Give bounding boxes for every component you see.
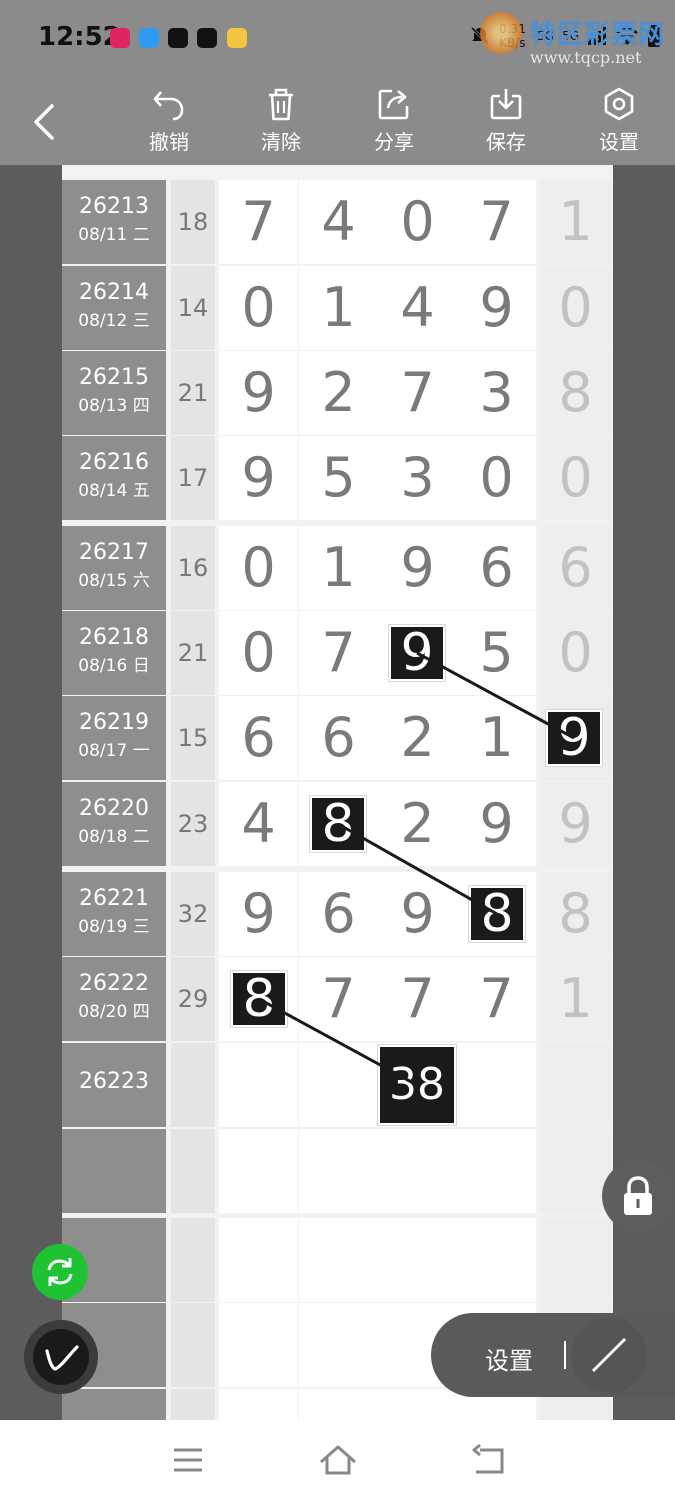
recent-apps-button[interactable] — [168, 1442, 208, 1478]
toolbar: 撤销 清除 分享 保存 设置 — [0, 80, 675, 165]
chevron-left-icon — [34, 104, 54, 140]
back-nav-button[interactable] — [468, 1442, 508, 1478]
home-button[interactable] — [318, 1442, 358, 1478]
home-icon — [320, 1445, 356, 1475]
clock: 12:52 — [38, 22, 121, 52]
line-tool-button[interactable] — [571, 1317, 647, 1393]
settings-button[interactable]: 设置 — [584, 86, 654, 162]
link-line — [337, 822, 498, 916]
draw-settings-button[interactable]: 设置 — [485, 1341, 533, 1376]
refresh-icon — [47, 1258, 73, 1286]
clear-button[interactable]: 清除 — [246, 86, 316, 162]
pill-divider — [564, 1341, 566, 1369]
back-button[interactable] — [26, 100, 66, 144]
pen-button-inner — [33, 1329, 89, 1385]
link-line — [416, 651, 575, 740]
link-line — [258, 997, 418, 1087]
back-icon — [472, 1443, 504, 1474]
save-button[interactable]: 保存 — [471, 86, 541, 162]
menu-icon — [174, 1448, 202, 1472]
watermark-url: www.tqcp.net — [530, 48, 642, 67]
undo-label: 撤销 — [149, 130, 189, 154]
status-bar: 12:52 0.31 KB/s 5G 5G 特区彩 — [0, 0, 675, 80]
share-label: 分享 — [374, 130, 414, 154]
lock-button[interactable] — [602, 1160, 674, 1232]
pen-button[interactable] — [24, 1320, 98, 1394]
download-icon — [490, 89, 522, 120]
share-icon — [378, 89, 409, 120]
link-lines — [258, 651, 575, 1087]
system-nav-bar — [0, 1420, 675, 1500]
tiktok-icon — [168, 28, 188, 48]
share-button[interactable]: 分享 — [359, 86, 429, 162]
trash-icon — [269, 88, 293, 121]
watermark-title: 特区彩票网 — [530, 20, 666, 50]
pen-icon — [45, 1345, 79, 1371]
tiktok-icon — [197, 28, 217, 48]
refresh-button[interactable] — [32, 1244, 88, 1300]
music-app-icon — [110, 28, 130, 48]
settings-label: 设置 — [599, 130, 639, 154]
hexagon-settings-icon — [604, 87, 634, 121]
chat-app-icon — [139, 28, 159, 48]
assistant-app-icon — [227, 28, 247, 48]
line-tool-icon — [591, 1337, 627, 1373]
draw-board[interactable]: 26213 08/11 二 18 7 4 0 7 1 26214 08/12 三 14 0 1 4 9 0 26… — [62, 165, 613, 1420]
clear-label: 清除 — [261, 130, 301, 154]
lock-icon — [624, 1176, 652, 1215]
watermark-logo — [480, 12, 522, 54]
undo-button[interactable]: 撤销 — [134, 86, 204, 162]
undo-icon — [153, 91, 184, 121]
save-label: 保存 — [486, 130, 526, 154]
draw-settings-pill: 设置 — [431, 1313, 675, 1397]
